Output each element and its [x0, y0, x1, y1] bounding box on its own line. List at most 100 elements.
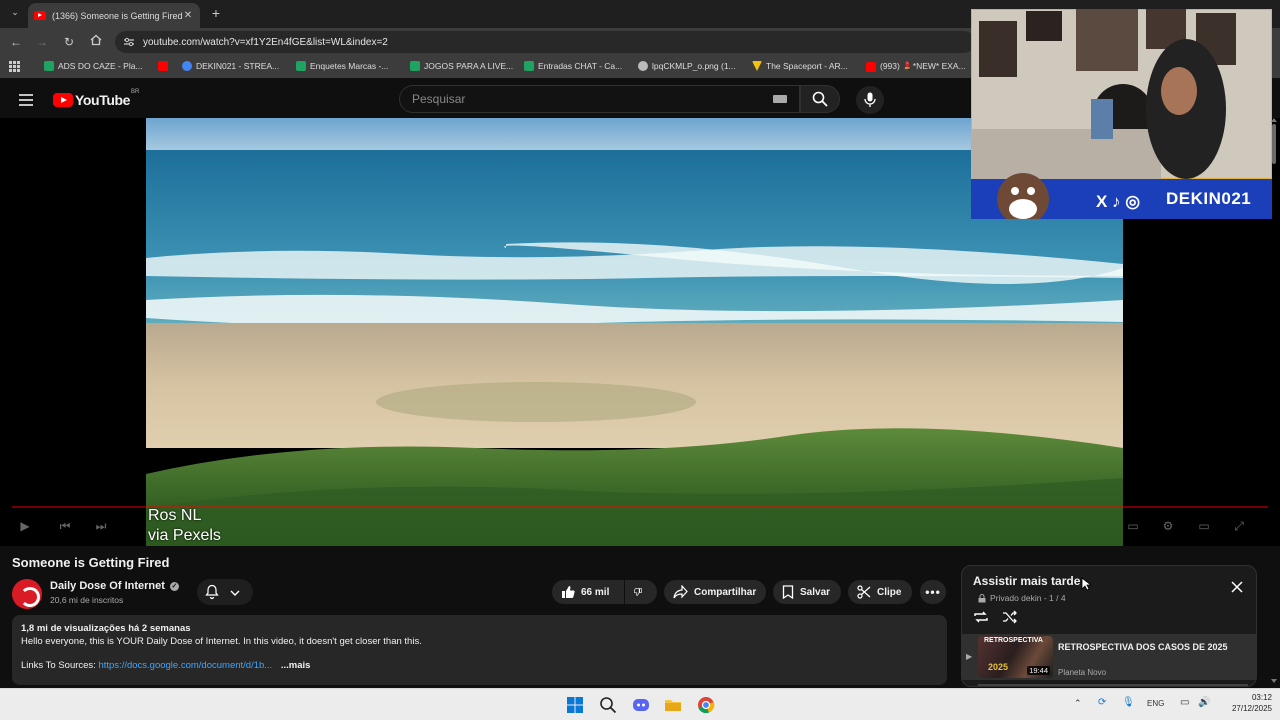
sync-icon[interactable]: ⟳	[1098, 697, 1106, 708]
tab-list-button[interactable]: ⌄	[8, 7, 22, 21]
guide-menu-icon[interactable]	[19, 93, 33, 106]
voice-search-button[interactable]	[856, 86, 884, 114]
bookmark-item[interactable]: lpqCKMLP_o.png (1...	[638, 61, 736, 71]
page-scrollbar[interactable]	[1270, 118, 1278, 683]
playlist-item-title: RETROSPECTIVA DOS CASOS DE 2025	[1058, 642, 1228, 652]
subtitles-icon[interactable]: ▭	[1124, 519, 1142, 535]
now-playing-icon: ▶	[966, 652, 973, 661]
playlist-title[interactable]: Assistir mais tarde	[973, 574, 1080, 588]
search-input[interactable]: Pesquisar	[399, 85, 800, 113]
show-more-link[interactable]: ...mais	[281, 660, 311, 671]
description-links: Links To Sources: https://docs.google.co…	[21, 660, 938, 671]
windows-start-icon[interactable]	[566, 696, 584, 714]
next-icon[interactable]: ⏭	[92, 519, 110, 535]
bookmark-item[interactable]: (993) 💄*NEW* EXA...	[866, 61, 966, 72]
bookmark-item[interactable]: DEKIN021 - STREA...	[182, 61, 279, 71]
playlist-item[interactable]: ▶ RETROSPECTIVA 2025 19:44 RETROSPECTIVA…	[962, 634, 1256, 680]
apps-icon[interactable]	[9, 61, 20, 72]
play-icon[interactable]: ▶	[16, 519, 34, 535]
save-button[interactable]: Salvar	[773, 580, 841, 604]
video-credit: Ros NL via Pexels	[148, 506, 221, 546]
playlist-item-thumbnail[interactable]: RETROSPECTIVA 2025 19:44	[978, 636, 1053, 678]
bookmark-label: JOGOS PARA A LIVE...	[424, 61, 514, 71]
share-label: Compartilhar	[694, 586, 757, 598]
discord-icon[interactable]	[632, 696, 650, 714]
progress-bar[interactable]	[12, 506, 1268, 508]
home-icon[interactable]	[88, 34, 104, 50]
spaceport-icon	[752, 61, 762, 71]
reload-button[interactable]: ↻	[61, 34, 77, 50]
file-explorer-icon[interactable]	[664, 696, 682, 714]
system-clock[interactable]: 03:12 27/12/2025	[1216, 692, 1272, 714]
shuffle-icon[interactable]	[1002, 610, 1018, 624]
playlist-item-channel: Planeta Novo	[1058, 668, 1107, 677]
settings-gear-icon[interactable]: ⚙	[1159, 519, 1177, 535]
playlist-meta: Privado dekin - 1 / 4	[978, 593, 1066, 603]
bookmark-item[interactable]: ADS DO CAZE - Pla...	[44, 61, 143, 71]
share-button[interactable]: Compartilhar	[664, 580, 766, 604]
keyboard-icon[interactable]	[773, 95, 787, 103]
youtube-favicon-icon	[34, 11, 46, 20]
youtube-logo[interactable]: YouTube BR	[53, 89, 139, 108]
chevron-down-icon	[230, 590, 240, 596]
video-title: Someone is Getting Fired	[12, 555, 170, 570]
clock-time: 03:12	[1251, 693, 1272, 702]
bookmark-item[interactable]: Entradas CHAT - Ca...	[524, 61, 622, 71]
language-indicator[interactable]: ENG	[1147, 699, 1164, 708]
search-icon[interactable]	[599, 696, 617, 714]
youtube-icon	[866, 61, 876, 72]
address-bar[interactable]: youtube.com/watch?v=xf1Y2En4fGE&list=WL&…	[115, 31, 975, 53]
bookmark-item[interactable]	[158, 61, 172, 71]
like-button[interactable]: 66 mil	[552, 580, 624, 604]
site-settings-icon[interactable]	[123, 37, 135, 47]
sources-link[interactable]: https://docs.google.com/document/d/1b...	[98, 660, 272, 671]
more-horizontal-icon: •••	[925, 585, 941, 599]
more-actions-button[interactable]: •••	[920, 580, 946, 604]
bookmark-item[interactable]: The Spaceport - AR...	[752, 61, 848, 71]
thumbs-down-icon	[634, 588, 642, 596]
mouse-cursor-icon	[1081, 577, 1091, 591]
volume-icon[interactable]: 🔊	[1198, 697, 1210, 708]
bookmark-item[interactable]: Enquetes Marcas -...	[296, 61, 388, 71]
new-tab-button[interactable]: +	[208, 5, 224, 21]
network-icon[interactable]: ▭	[1180, 697, 1189, 708]
globe-icon	[638, 61, 648, 71]
back-button[interactable]: ←	[8, 34, 24, 50]
chevron-up-icon[interactable]: ⌃	[1074, 698, 1082, 709]
microphone-icon	[864, 92, 876, 107]
sheets-icon	[524, 61, 534, 71]
bookmark-label: lpqCKMLP_o.png (1...	[652, 61, 736, 71]
view-stats: 1,8 mi de visualizações há 2 semanas	[21, 623, 191, 634]
playlist-meta-text: Privado dekin - 1 / 4	[990, 593, 1066, 603]
share-icon	[673, 585, 688, 599]
close-tab-icon[interactable]: ✕	[182, 10, 194, 21]
bookmark-item[interactable]: JOGOS PARA A LIVE...	[410, 61, 513, 71]
description-text: Hello everyone, this is YOUR Daily Dose …	[21, 636, 422, 647]
subscriber-count: 20,6 mi de inscritos	[50, 595, 124, 605]
loop-icon[interactable]	[973, 610, 989, 624]
browser-tab-active[interactable]: (1366) Someone is Getting Fired ✕	[28, 3, 200, 28]
next-playlist-item[interactable]	[978, 684, 1248, 686]
like-count: 66 mil	[581, 586, 610, 598]
channel-name-link[interactable]: Daily Dose Of Internet ✓	[50, 580, 179, 592]
bookmark-label: DEKIN021 - STREA...	[196, 61, 280, 71]
description-box[interactable]: 1,8 mi de visualizações há 2 semanas Hel…	[12, 615, 947, 685]
notification-subscribe-button[interactable]	[197, 579, 253, 605]
search-placeholder: Pesquisar	[412, 92, 466, 106]
forward-button[interactable]: →	[34, 34, 50, 50]
sheets-icon	[410, 61, 420, 71]
theater-mode-icon[interactable]: ▭	[1195, 519, 1213, 535]
dislike-button[interactable]	[625, 580, 657, 604]
microphone-icon[interactable]: 🎙	[1122, 697, 1135, 708]
thumbnail-text: RETROSPECTIVA	[984, 637, 1043, 644]
search-button[interactable]	[800, 85, 840, 113]
close-icon[interactable]	[1230, 580, 1244, 594]
bookmark-label: The Spaceport - AR...	[766, 61, 848, 71]
save-label: Salvar	[800, 586, 831, 598]
fullscreen-icon[interactable]: ⤢	[1230, 519, 1248, 535]
clip-button[interactable]: Clipe	[848, 580, 912, 604]
streamer-handle: DEKIN021	[1166, 189, 1252, 208]
chrome-icon[interactable]	[697, 696, 715, 714]
channel-avatar[interactable]	[12, 579, 42, 609]
previous-icon[interactable]: ⏮	[56, 519, 74, 535]
